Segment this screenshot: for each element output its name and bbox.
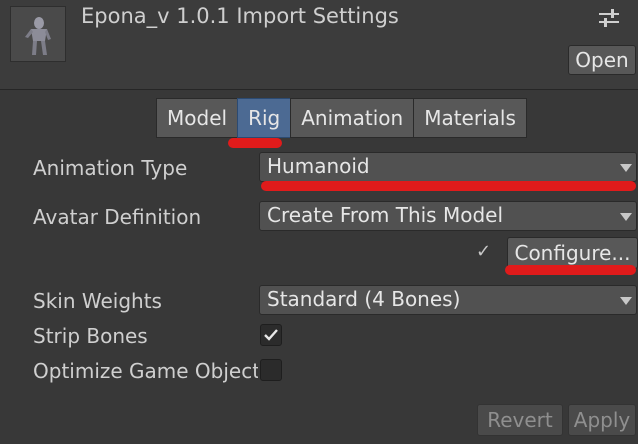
tab-materials[interactable]: Materials xyxy=(413,98,527,138)
animation-type-value: Humanoid xyxy=(267,154,370,178)
strip-bones-checkbox[interactable] xyxy=(260,324,282,346)
apply-button[interactable]: Apply xyxy=(568,404,636,436)
model-thumbnail xyxy=(10,6,66,62)
skin-weights-dropdown[interactable]: Standard (4 Bones) xyxy=(259,285,637,315)
tab-animation[interactable]: Animation xyxy=(290,98,415,138)
open-button[interactable]: Open xyxy=(568,45,636,75)
window-title: Epona_v 1.0.1 Import Settings xyxy=(81,4,399,28)
chevron-down-icon xyxy=(620,164,632,172)
inspector-header: Epona_v 1.0.1 Import Settings Open xyxy=(0,0,638,90)
revert-button[interactable]: Revert xyxy=(477,404,563,436)
animation-type-dropdown[interactable]: Humanoid xyxy=(259,152,637,182)
tab-rig[interactable]: Rig xyxy=(237,98,292,138)
skin-weights-label: Skin Weights xyxy=(33,289,162,313)
chevron-down-icon xyxy=(620,297,632,305)
chevron-down-icon xyxy=(620,213,632,221)
annotation-underline-rig xyxy=(228,138,282,148)
annotation-underline-configure xyxy=(505,265,636,275)
header-divider xyxy=(0,89,638,90)
avatar-definition-label: Avatar Definition xyxy=(33,205,202,229)
sliders-icon[interactable] xyxy=(598,8,620,28)
optimize-game-objects-checkbox[interactable] xyxy=(260,359,282,381)
optimize-game-objects-label: Optimize Game Objects xyxy=(33,359,258,383)
animation-type-label: Animation Type xyxy=(33,156,188,180)
avatar-definition-dropdown[interactable]: Create From This Model xyxy=(259,201,637,231)
check-icon: ✓ xyxy=(476,241,492,262)
annotation-underline-animation-type xyxy=(261,181,636,191)
import-tabs: Model Rig Animation Materials xyxy=(156,98,527,138)
tab-model[interactable]: Model xyxy=(156,98,239,138)
avatar-definition-value: Create From This Model xyxy=(267,203,503,227)
skin-weights-value: Standard (4 Bones) xyxy=(267,287,461,311)
strip-bones-label: Strip Bones xyxy=(33,324,148,348)
